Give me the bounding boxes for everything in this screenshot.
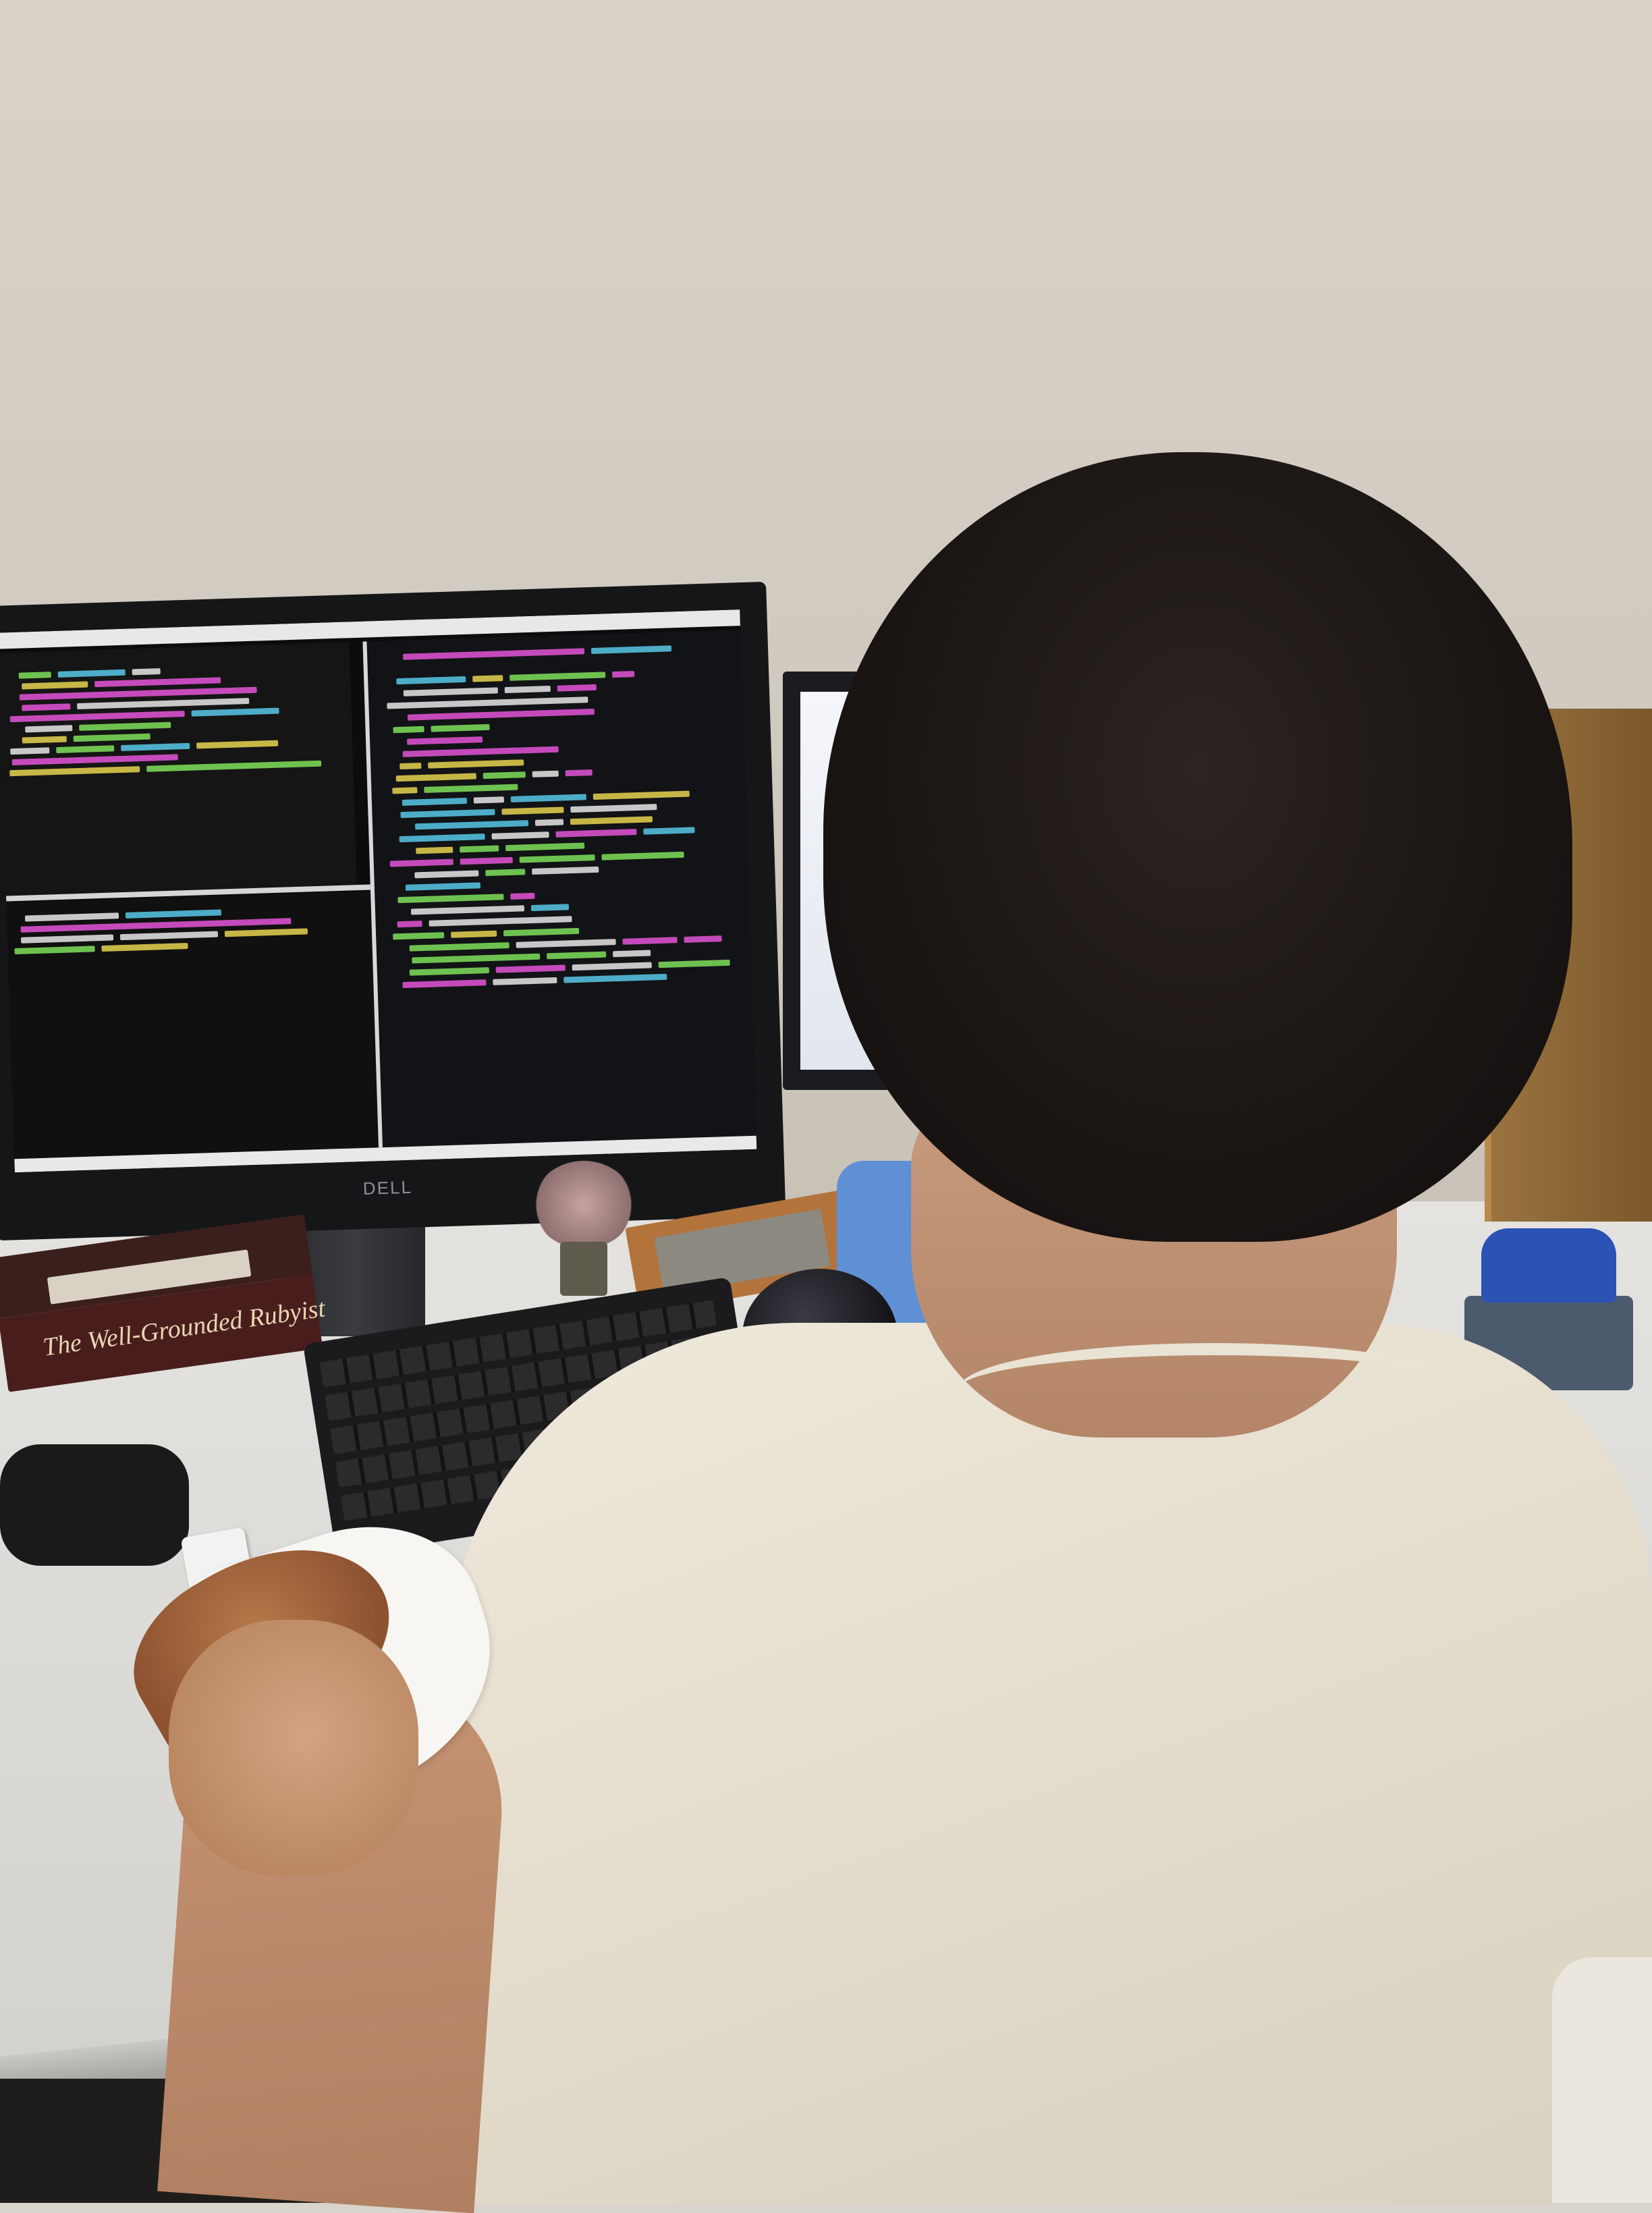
bottle-cap bbox=[1481, 1228, 1616, 1303]
person-hair bbox=[823, 452, 1572, 1242]
code-line bbox=[510, 892, 535, 900]
code-line bbox=[485, 869, 526, 877]
monitor-brand-logo: DELL bbox=[362, 1176, 413, 1199]
shirt-collar bbox=[958, 1343, 1471, 1436]
plant-flowers bbox=[533, 1161, 634, 1249]
person-hand bbox=[169, 1620, 418, 1876]
code-line bbox=[473, 796, 505, 804]
plant-pot bbox=[560, 1242, 607, 1296]
code-line bbox=[530, 904, 570, 912]
code-line bbox=[392, 787, 418, 794]
code-line bbox=[10, 747, 50, 755]
code-line bbox=[460, 845, 499, 853]
code-line bbox=[534, 819, 564, 826]
code-line bbox=[612, 671, 635, 678]
code-line bbox=[18, 672, 51, 679]
code-line bbox=[565, 769, 593, 777]
code-line bbox=[613, 950, 651, 958]
code-line bbox=[557, 684, 597, 692]
photo-scene: DELL The Well-Grounded Rubyist bbox=[0, 0, 1652, 2213]
monitor-screen bbox=[0, 609, 757, 1173]
code-line bbox=[472, 675, 503, 682]
code-line bbox=[416, 846, 453, 854]
headphones bbox=[0, 1444, 189, 1566]
code-line bbox=[132, 668, 161, 676]
code-line bbox=[684, 935, 722, 943]
small-plant bbox=[533, 1161, 634, 1296]
code-line bbox=[400, 763, 422, 770]
code-line bbox=[532, 770, 559, 777]
person-shirt bbox=[445, 1323, 1652, 2203]
code-line bbox=[397, 921, 422, 928]
chair bbox=[1552, 1957, 1652, 2203]
code-line bbox=[393, 726, 424, 734]
main-monitor: DELL bbox=[0, 581, 786, 1241]
